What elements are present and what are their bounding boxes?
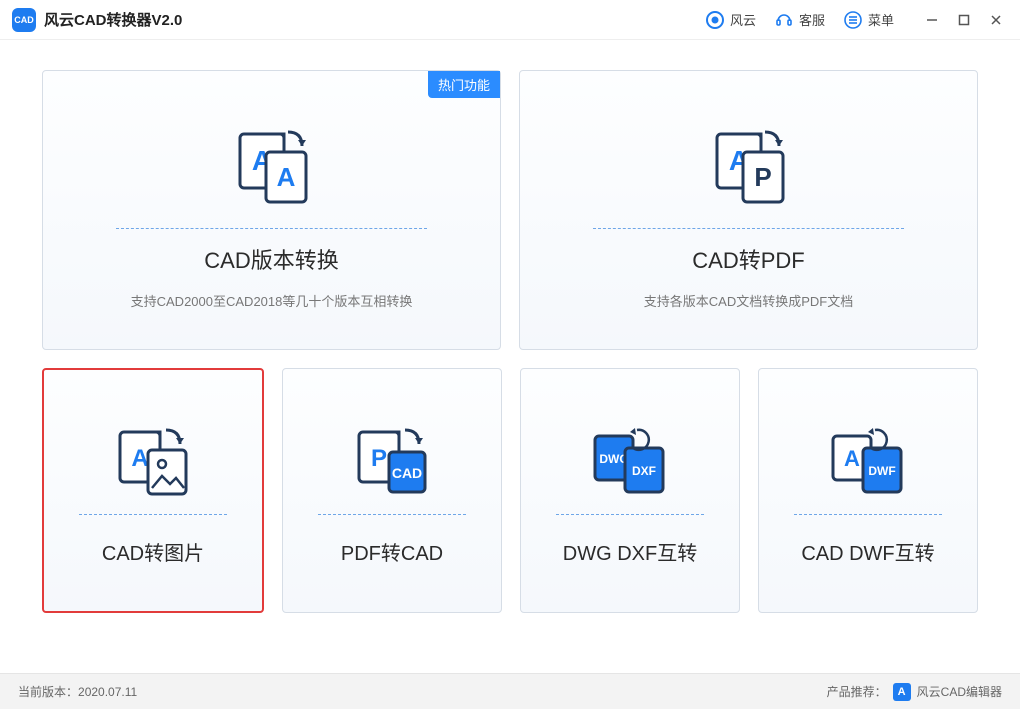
support-label: 客服 [799,10,825,29]
titlebar: CAD 风云CAD转换器V2.0 风云 客服 菜单 [0,0,1020,40]
status-bar: 当前版本： 2020.07.11 产品推荐： A 风云CAD编辑器 [0,673,1020,709]
hot-badge: 热门功能 [428,71,500,98]
card-cad-dwf-swap[interactable]: A DWF CAD DWF互转 [758,368,978,613]
cad-to-pdf-icon: A P [699,110,799,220]
divider [794,514,942,515]
pdf-to-cad-icon: P CAD [347,416,437,508]
dwg-dxf-icon: DWG DXF [585,416,675,508]
svg-text:DWF: DWF [868,464,895,478]
svg-text:DXF: DXF [632,464,656,478]
headset-icon [774,10,794,30]
minimize-button[interactable] [920,8,944,32]
brand-target-icon [705,10,725,30]
svg-text:A: A [844,446,860,471]
card-title: CAD转图片 [102,537,204,566]
card-title: CAD DWF互转 [801,537,934,566]
cad-dwf-icon: A DWF [823,416,913,508]
card-title: CAD版本转换 [204,243,338,275]
app-title: 风云CAD转换器V2.0 [44,9,182,30]
card-desc: 支持各版本CAD文档转换成PDF文档 [644,291,853,310]
svg-text:A: A [276,162,295,192]
brand-button[interactable]: 风云 [705,10,756,30]
cad-to-image-icon: A [108,416,198,508]
svg-text:P: P [754,162,771,192]
card-cad-version-convert[interactable]: 热门功能 A A CAD版本转换 支持CAD2000至CAD2018等几十个版本… [42,70,501,350]
card-title: PDF转CAD [341,537,443,566]
card-cad-to-pdf[interactable]: A P CAD转PDF 支持各版本CAD文档转换成PDF文档 [519,70,978,350]
menu-label: 菜单 [868,10,894,29]
support-button[interactable]: 客服 [774,10,825,30]
divider [318,514,466,515]
divider [556,514,704,515]
version-label: 当前版本： [18,683,78,700]
card-dwg-dxf-swap[interactable]: DWG DXF DWG DXF互转 [520,368,740,613]
brand-label: 风云 [730,10,756,29]
divider [116,228,427,229]
menu-list-icon [843,10,863,30]
svg-text:P: P [371,445,387,472]
recommend-logo-icon: A [893,683,911,701]
card-title: DWG DXF互转 [563,537,697,566]
recommend-product[interactable]: 风云CAD编辑器 [917,683,1002,700]
divider [79,514,227,515]
maximize-button[interactable] [952,8,976,32]
close-button[interactable] [984,8,1008,32]
svg-text:CAD: CAD [392,465,422,481]
recommend-label: 产品推荐： [827,683,887,700]
main-area: 热门功能 A A CAD版本转换 支持CAD2000至CAD2018等几十个版本… [0,40,1020,629]
version-value: 2020.07.11 [78,685,137,699]
app-logo-icon: CAD [12,8,36,32]
menu-button[interactable]: 菜单 [843,10,894,30]
divider [593,228,904,229]
card-pdf-to-cad[interactable]: P CAD PDF转CAD [282,368,502,613]
cad-version-icon: A A [222,110,322,220]
svg-text:A: A [131,445,148,472]
card-title: CAD转PDF [692,243,804,275]
card-cad-to-image[interactable]: A CAD转图片 [42,368,264,613]
card-desc: 支持CAD2000至CAD2018等几十个版本互相转换 [131,291,413,310]
